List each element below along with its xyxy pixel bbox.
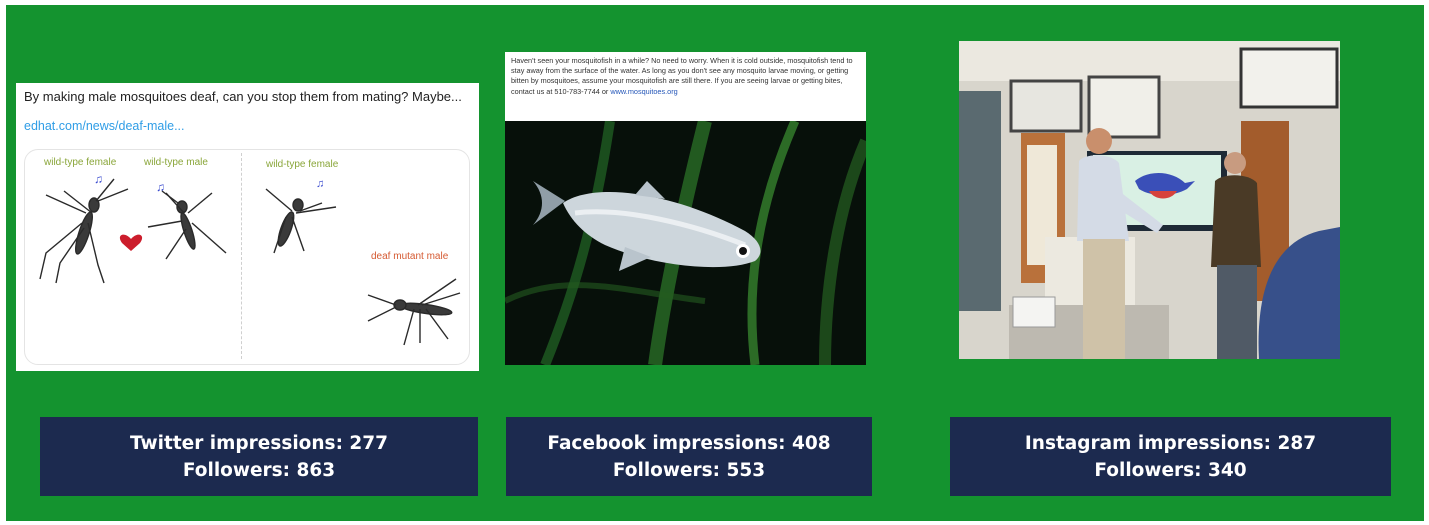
mosquito-male-icon [147, 190, 227, 260]
music-note-icon: ♫ [94, 172, 103, 186]
mosquito-mutant-icon [367, 278, 461, 346]
facebook-impressions: Facebook impressions: 408 [547, 432, 831, 454]
twitter-post-card: By making male mosquitoes deaf, can you … [16, 83, 479, 371]
mosquito-female-icon [39, 178, 129, 284]
facebook-post-body: Haven't seen your mosquitofish in a whil… [511, 56, 853, 96]
fish-icon [533, 181, 761, 271]
slide-background: By making male mosquitoes deaf, can you … [6, 5, 1424, 521]
music-note-icon: ♫ [316, 178, 324, 190]
facebook-post-card: Haven't seen your mosquitofish in a whil… [505, 52, 866, 365]
classroom-presentation-image [959, 41, 1340, 359]
twitter-impressions: Twitter impressions: 277 [129, 432, 389, 454]
twitter-stats-box: Twitter impressions: 277 Followers: 863 [40, 417, 478, 496]
mosquitofish-photo [505, 121, 866, 365]
facebook-post-link[interactable]: www.mosquitoes.org [610, 87, 677, 96]
heart-icon [119, 234, 143, 251]
facebook-post-text: Haven't seen your mosquitofish in a whil… [511, 56, 861, 97]
instagram-impressions: Instagram impressions: 287 [1024, 432, 1317, 454]
facebook-stats-box: Facebook impressions: 408 Followers: 553 [506, 417, 872, 496]
instagram-followers: Followers: 340 [1094, 459, 1247, 481]
mosquito-female-icon [265, 188, 337, 254]
facebook-followers: Followers: 553 [612, 459, 766, 481]
twitter-followers: Followers: 863 [182, 459, 336, 481]
audience-person [1211, 152, 1261, 359]
instagram-post-photo [959, 41, 1340, 359]
mosquito-illustration: ♫ ♫ ♫ [39, 172, 461, 346]
mosquitofish-image [505, 121, 866, 365]
instagram-stats-box: Instagram impressions: 287 Followers: 34… [950, 417, 1391, 496]
